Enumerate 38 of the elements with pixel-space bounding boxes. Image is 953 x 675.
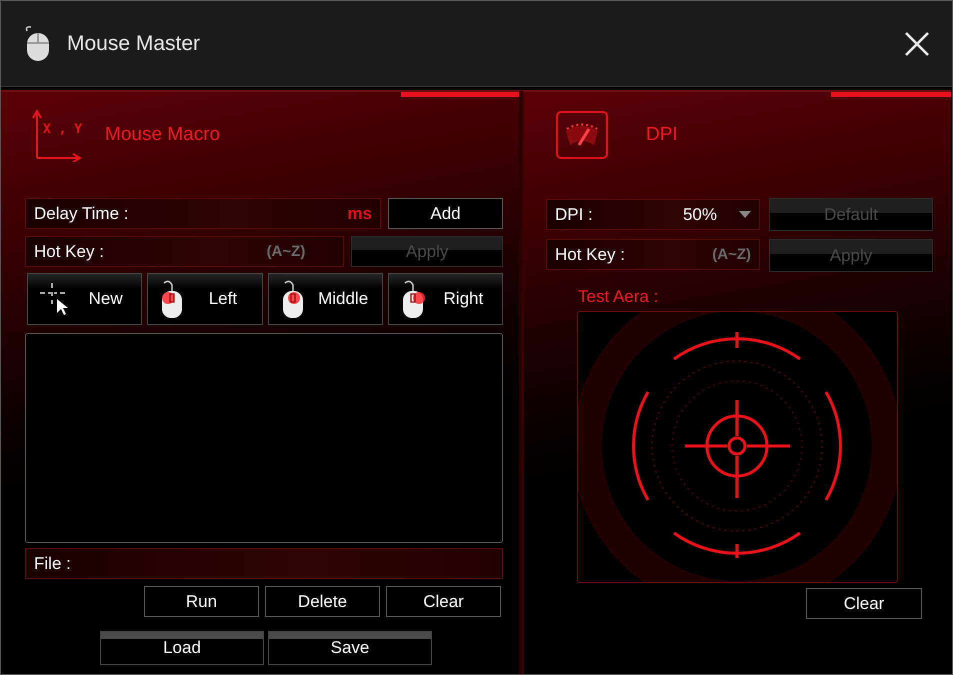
delete-button[interactable]: Delete <box>265 586 380 617</box>
mouse-click-button[interactable]: Middle <box>268 273 383 325</box>
dropdown-arrow-icon <box>739 211 751 218</box>
clear-button[interactable]: Clear <box>806 588 922 619</box>
axis-arrows-icon <box>31 108 83 162</box>
delay-time-field[interactable]: Delay Time : ms <box>25 198 381 229</box>
run-button[interactable]: Run <box>144 586 259 617</box>
hint-text: (A~Z) <box>266 243 306 260</box>
mouse-click-button[interactable]: Right <box>388 273 503 325</box>
field-label: DPI : <box>555 204 594 224</box>
cursor-icon <box>40 283 70 315</box>
window-title: Mouse Master <box>67 32 202 56</box>
gauge-drawing <box>563 121 601 149</box>
clear-button[interactable]: Clear <box>386 586 501 617</box>
panel-title: Mouse Macro <box>105 124 220 146</box>
add-button[interactable]: Add <box>388 198 503 229</box>
dpi-dropdown[interactable]: DPI : 50% <box>546 199 760 230</box>
field-label: Hot Key : <box>555 244 626 264</box>
field-label: File : <box>34 554 72 574</box>
mouse-click-button[interactable]: Left <box>147 273 262 325</box>
load-button[interactable]: Load <box>100 631 264 665</box>
field-label: Delay Time : <box>34 204 130 224</box>
mouse-icon <box>400 279 425 319</box>
hot-key-field[interactable]: Hot Key : (A~Z) <box>546 239 760 270</box>
unit-label: ms <box>347 204 372 224</box>
close-icon[interactable] <box>904 30 930 56</box>
panel-title: DPI <box>646 124 678 146</box>
hot-key-field[interactable]: Hot Key : (A~Z) <box>25 236 344 267</box>
axis-label: X , Y <box>43 122 82 137</box>
save-button[interactable]: Save <box>268 631 432 665</box>
mouse-icon <box>160 279 184 319</box>
field-label: Hot Key : <box>34 242 105 262</box>
file-field[interactable]: File : <box>25 548 503 579</box>
hint-text: (A~Z) <box>712 246 751 263</box>
dpi-value: 50% <box>682 204 717 224</box>
test-area-label: Test Aera : <box>578 287 660 307</box>
new-button[interactable]: New <box>27 273 142 325</box>
mouse-icon <box>280 279 304 319</box>
